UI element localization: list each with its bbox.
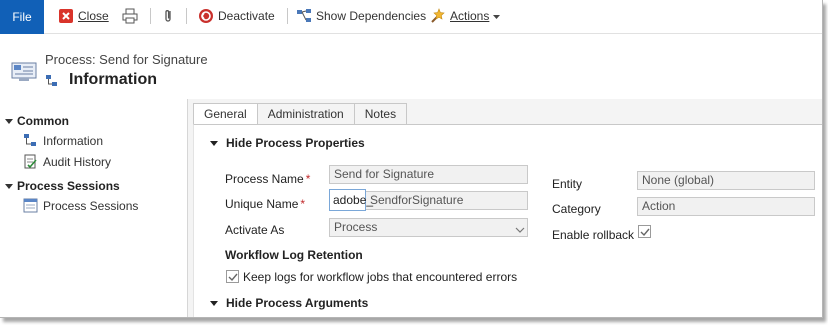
nav-item-information[interactable]: Information xyxy=(23,133,103,148)
dependencies-icon xyxy=(296,8,312,24)
tab-administration[interactable]: Administration xyxy=(256,103,355,124)
entity-field[interactable]: None (global) xyxy=(637,171,815,190)
nav-item-label: Information xyxy=(43,133,104,148)
deactivate-button[interactable]: Deactivate xyxy=(198,6,275,26)
process-entity-icon xyxy=(11,62,37,82)
section-title: Hide Process Arguments xyxy=(226,296,369,310)
section-title: Hide Process Properties xyxy=(226,136,365,150)
nav-section-process-sessions[interactable]: Process Sessions xyxy=(5,179,120,193)
chevron-down-icon xyxy=(493,9,501,23)
form-tabs: General Administration Notes xyxy=(193,103,408,124)
process-sessions-icon xyxy=(23,198,38,213)
close-button[interactable]: Close xyxy=(58,6,109,26)
audit-history-icon xyxy=(23,154,38,169)
process-name-label: Process Name * xyxy=(225,172,311,186)
close-label: Close xyxy=(78,9,109,23)
enable-rollback-checkbox[interactable] xyxy=(638,225,651,238)
entity-label: Entity xyxy=(552,177,583,191)
nav-item-audit-history[interactable]: Audit History xyxy=(23,154,111,169)
form-body: General Administration Notes Hide Proces… xyxy=(187,99,822,317)
paperclip-icon xyxy=(160,8,176,24)
collapse-icon xyxy=(5,118,13,124)
category-field[interactable]: Action xyxy=(637,197,815,216)
show-dependencies-label: Show Dependencies xyxy=(316,9,427,23)
chevron-down-icon xyxy=(515,223,525,233)
close-icon xyxy=(58,8,74,24)
unique-name-label: Unique Name * xyxy=(225,197,306,211)
crm-form-window: File Close Deactivate Show Dependencies … xyxy=(0,0,823,318)
deactivate-label: Deactivate xyxy=(218,9,275,23)
workflow-log-retention-heading: Workflow Log Retention xyxy=(225,248,363,262)
activate-as-value: Process xyxy=(334,220,378,234)
collapse-icon xyxy=(5,183,13,189)
keep-logs-checkbox[interactable] xyxy=(226,270,239,283)
print-icon xyxy=(122,8,138,24)
print-button[interactable] xyxy=(122,6,138,26)
nav-section-common[interactable]: Common xyxy=(5,114,69,128)
deactivate-icon xyxy=(198,8,214,24)
process-name-field[interactable]: Send for Signature xyxy=(329,165,528,184)
hide-process-properties-toggle[interactable]: Hide Process Properties xyxy=(210,136,365,150)
activate-as-label: Activate As xyxy=(225,223,285,237)
left-navigation: Common Information Audit History Process… xyxy=(0,99,187,317)
information-form-icon xyxy=(45,74,59,88)
required-marker: * xyxy=(305,172,311,186)
file-button[interactable]: File xyxy=(0,0,44,34)
show-dependencies-button[interactable]: Show Dependencies xyxy=(296,6,426,26)
collapse-icon xyxy=(210,140,218,146)
nav-section-label: Common xyxy=(17,114,69,128)
attach-button[interactable] xyxy=(160,6,176,26)
command-ribbon: File Close Deactivate Show Dependencies … xyxy=(0,0,822,34)
tab-notes[interactable]: Notes xyxy=(353,103,408,124)
checkmark-icon xyxy=(228,273,238,282)
keep-logs-label: Keep logs for workflow jobs that encount… xyxy=(243,270,518,284)
unique-name-prefix[interactable]: adobe_ xyxy=(329,189,373,211)
actions-menu[interactable]: Actions xyxy=(430,6,501,26)
required-marker: * xyxy=(300,197,306,211)
form-title: Information xyxy=(69,71,157,88)
nav-item-label: Audit History xyxy=(43,154,112,169)
category-label: Category xyxy=(552,202,601,216)
general-tab-panel: Hide Process Properties Process Name * Se… xyxy=(193,124,822,317)
checkmark-icon xyxy=(640,228,650,237)
actions-icon xyxy=(430,8,446,24)
hide-process-arguments-toggle[interactable]: Hide Process Arguments xyxy=(210,296,368,310)
enable-rollback-label: Enable rollback xyxy=(552,228,635,242)
nav-section-label: Process Sessions xyxy=(17,179,120,193)
process-title: Process: Send for Signature xyxy=(45,52,208,67)
collapse-icon xyxy=(210,300,218,306)
tab-general[interactable]: General xyxy=(193,103,258,124)
information-icon xyxy=(23,133,38,148)
nav-item-label: Process Sessions xyxy=(43,198,139,213)
actions-label: Actions xyxy=(450,9,490,23)
activate-as-select[interactable]: Process xyxy=(329,218,528,237)
nav-item-process-sessions[interactable]: Process Sessions xyxy=(23,198,138,213)
